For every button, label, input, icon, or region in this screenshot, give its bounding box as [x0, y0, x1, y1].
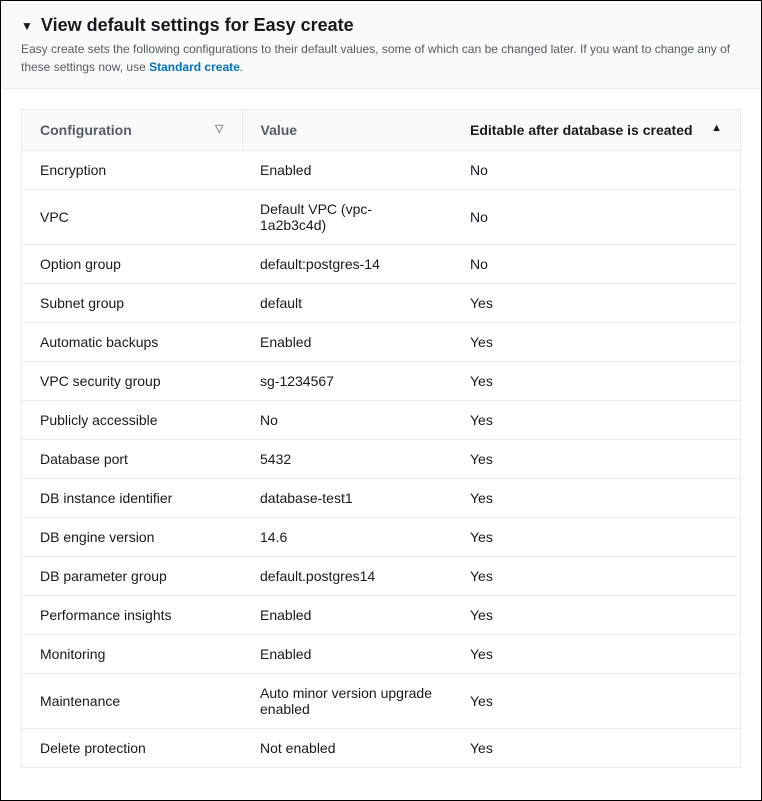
cell-editable: Yes [452, 401, 740, 440]
cell-value: Enabled [242, 151, 452, 190]
cell-editable: Yes [452, 323, 740, 362]
cell-value: 14.6 [242, 518, 452, 557]
cell-value: default.postgres14 [242, 557, 452, 596]
table-row: Performance insightsEnabledYes [22, 596, 740, 635]
cell-editable: Yes [452, 479, 740, 518]
table-row: Option groupdefault:postgres-14No [22, 245, 740, 284]
cell-configuration: Publicly accessible [22, 401, 242, 440]
table-row: VPC security groupsg-1234567Yes [22, 362, 740, 401]
cell-editable: Yes [452, 284, 740, 323]
cell-configuration: Database port [22, 440, 242, 479]
cell-configuration: Encryption [22, 151, 242, 190]
settings-table: Configuration ▽ Value Editable after dat… [22, 110, 740, 767]
cell-configuration: DB parameter group [22, 557, 242, 596]
column-label: Editable after database is created [470, 122, 693, 138]
cell-configuration: DB engine version [22, 518, 242, 557]
cell-value: 5432 [242, 440, 452, 479]
cell-configuration: VPC security group [22, 362, 242, 401]
table-row: MonitoringEnabledYes [22, 635, 740, 674]
table-row: EncryptionEnabledNo [22, 151, 740, 190]
table-row: VPCDefault VPC (vpc-1a2b3c4d)No [22, 190, 740, 245]
cell-editable: Yes [452, 596, 740, 635]
caret-down-icon: ▼ [21, 19, 33, 33]
settings-panel: ▼ View default settings for Easy create … [0, 0, 762, 801]
cell-editable: No [452, 245, 740, 284]
column-label: Configuration [40, 122, 132, 138]
cell-value: No [242, 401, 452, 440]
table-row: Subnet groupdefaultYes [22, 284, 740, 323]
table-row: DB engine version14.6Yes [22, 518, 740, 557]
cell-editable: Yes [452, 729, 740, 768]
panel-title: View default settings for Easy create [41, 15, 354, 36]
cell-configuration: Performance insights [22, 596, 242, 635]
cell-configuration: VPC [22, 190, 242, 245]
cell-configuration: Maintenance [22, 674, 242, 729]
column-header-configuration[interactable]: Configuration ▽ [22, 110, 242, 151]
cell-value: sg-1234567 [242, 362, 452, 401]
cell-editable: No [452, 190, 740, 245]
table-row: DB instance identifierdatabase-test1Yes [22, 479, 740, 518]
cell-value: database-test1 [242, 479, 452, 518]
settings-table-wrapper: Configuration ▽ Value Editable after dat… [21, 109, 741, 768]
table-row: Database port5432Yes [22, 440, 740, 479]
cell-configuration: DB instance identifier [22, 479, 242, 518]
table-row: Delete protectionNot enabledYes [22, 729, 740, 768]
cell-editable: No [452, 151, 740, 190]
column-header-value[interactable]: Value [242, 110, 452, 151]
sort-icon: ▽ [215, 122, 223, 135]
column-header-editable[interactable]: Editable after database is created ▲ [452, 110, 740, 151]
cell-value: Auto minor version upgrade enabled [242, 674, 452, 729]
cell-value: default [242, 284, 452, 323]
cell-configuration: Option group [22, 245, 242, 284]
panel-header: ▼ View default settings for Easy create … [1, 1, 761, 89]
cell-value: Enabled [242, 596, 452, 635]
table-row: Automatic backupsEnabledYes [22, 323, 740, 362]
sort-asc-icon: ▲ [711, 122, 722, 134]
cell-editable: Yes [452, 557, 740, 596]
cell-configuration: Delete protection [22, 729, 242, 768]
panel-content: Configuration ▽ Value Editable after dat… [1, 89, 761, 788]
table-header-row: Configuration ▽ Value Editable after dat… [22, 110, 740, 151]
cell-value: Default VPC (vpc-1a2b3c4d) [242, 190, 452, 245]
cell-configuration: Subnet group [22, 284, 242, 323]
description-text: Easy create sets the following configura… [21, 42, 730, 74]
table-row: DB parameter groupdefault.postgres14Yes [22, 557, 740, 596]
cell-editable: Yes [452, 635, 740, 674]
expand-toggle[interactable]: ▼ View default settings for Easy create [21, 15, 741, 36]
cell-value: default:postgres-14 [242, 245, 452, 284]
cell-editable: Yes [452, 440, 740, 479]
cell-value: Enabled [242, 635, 452, 674]
cell-editable: Yes [452, 518, 740, 557]
cell-configuration: Monitoring [22, 635, 242, 674]
table-row: MaintenanceAuto minor version upgrade en… [22, 674, 740, 729]
cell-editable: Yes [452, 674, 740, 729]
column-label: Value [261, 122, 298, 138]
cell-configuration: Automatic backups [22, 323, 242, 362]
standard-create-link[interactable]: Standard create [149, 60, 240, 74]
cell-value: Not enabled [242, 729, 452, 768]
description-period: . [240, 60, 243, 74]
table-row: Publicly accessibleNoYes [22, 401, 740, 440]
panel-description: Easy create sets the following configura… [21, 40, 741, 76]
cell-value: Enabled [242, 323, 452, 362]
table-body: EncryptionEnabledNoVPCDefault VPC (vpc-1… [22, 151, 740, 768]
cell-editable: Yes [452, 362, 740, 401]
